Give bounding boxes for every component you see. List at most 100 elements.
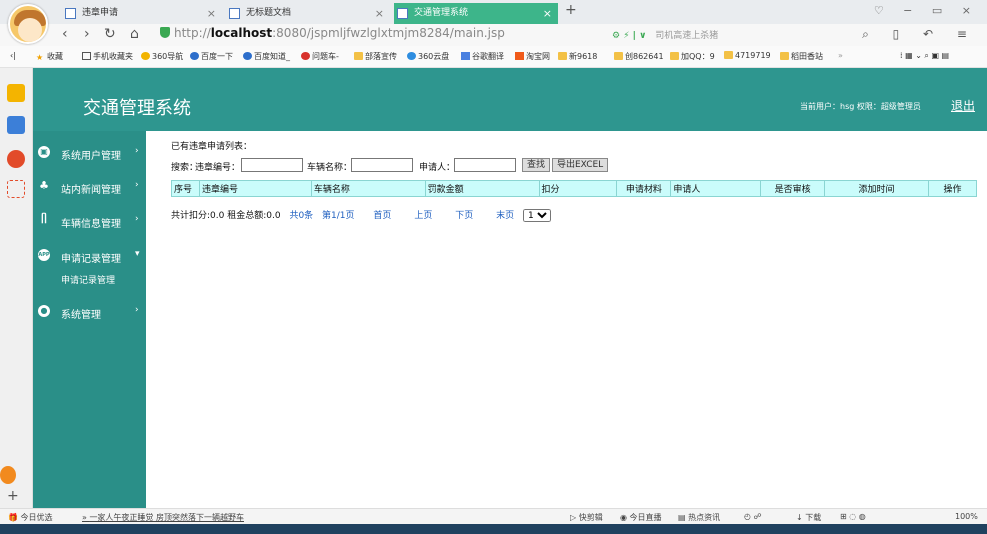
first-page-link[interactable]: 首页 — [373, 211, 391, 221]
bookmark-folder[interactable]: 部落宣传 — [354, 51, 397, 62]
browser-tab-bar: 违章申请 × 无标题文档 × 交通管理系统 × + ♡ − ▭ × — [0, 0, 987, 24]
window-controls[interactable]: ♡ − ▭ × — [874, 4, 979, 17]
current-user-info: 当前用户：hsg 权限：超级管理员 — [800, 102, 921, 111]
refresh-icon[interactable]: ↻ — [104, 26, 116, 42]
notes-icon[interactable] — [7, 116, 25, 134]
phone-icon — [82, 52, 91, 60]
search-button[interactable]: 查找 — [522, 158, 551, 172]
baidu-icon — [190, 52, 199, 60]
baidu-icon — [243, 52, 252, 60]
home-icon[interactable]: ⌂ — [130, 26, 139, 42]
last-page-link[interactable]: 末页 — [496, 211, 514, 221]
search-suggestion[interactable]: ⚙ ⚡ | ∨ 司机高速上杀猪 — [612, 28, 718, 41]
page-select[interactable]: 1 — [522, 209, 551, 222]
close-tab-icon[interactable]: × — [543, 3, 552, 24]
vehicle-name-input[interactable] — [351, 158, 413, 172]
gift-icon: 🎁 — [8, 513, 18, 522]
menu-item-system[interactable]: ● 系统管理 › — [33, 302, 146, 321]
star-icon[interactable] — [7, 84, 25, 102]
bookmark-folder[interactable]: 新9618 — [558, 51, 597, 62]
folder-icon — [670, 52, 679, 60]
browser-tab-violation-apply[interactable]: 违章申请 × — [62, 3, 222, 24]
bookmark-taobao[interactable]: 淘宝网 — [515, 51, 550, 62]
applicant-input[interactable] — [454, 158, 516, 172]
column-header: 申请人 — [670, 180, 762, 197]
collapse-sidebar-icon[interactable]: ‹| — [10, 51, 16, 60]
column-header: 违章编号 — [198, 180, 312, 197]
bookmark-google-translate[interactable]: 谷歌翻译 — [461, 51, 504, 62]
bookmark-folder[interactable]: 4719719 — [724, 51, 771, 60]
menu-item-news[interactable]: ♣ 站内新闻管理 › — [33, 177, 146, 197]
close-tab-icon[interactable]: × — [375, 3, 384, 24]
violation-no-input[interactable] — [241, 158, 303, 172]
users-icon: ♣ — [39, 179, 49, 192]
bookmark-baidu[interactable]: 百度一下 — [190, 51, 233, 62]
menu-item-vehicles[interactable]: ᥥ 车辆信息管理 › — [33, 211, 146, 231]
extension-icons[interactable]: ⁞ ▦ ⌄ ⌕ ▣ ▤ — [900, 51, 949, 61]
bookmark-problem-car[interactable]: 问题车- — [301, 51, 339, 62]
user-icon: ▣ — [38, 146, 50, 158]
table-header-row: 序号 违章编号 车辆名称 罚款金额 扣分 申请材料 申请人 是否审核 添加时间 … — [171, 180, 978, 197]
more-bookmarks-icon[interactable]: » — [838, 51, 843, 60]
game-icon[interactable] — [7, 180, 25, 198]
new-tab-button[interactable]: + — [565, 2, 577, 18]
forward-arrow-icon[interactable]: › — [84, 26, 90, 42]
taobao-icon — [515, 52, 524, 60]
status-quick-clip[interactable]: ▷ 快剪辑 — [570, 512, 603, 523]
address-bar[interactable]: http://localhost:8080/jspmljfwzlglxtmjm8… — [160, 26, 505, 40]
folder-icon — [558, 52, 567, 60]
badge-icon[interactable] — [0, 466, 16, 484]
column-header: 车辆名称 — [310, 180, 426, 197]
column-header: 扣分 — [538, 180, 618, 197]
export-excel-button[interactable]: 导出EXCEL — [552, 158, 609, 172]
star-icon: ★ — [36, 53, 44, 62]
prev-page-link[interactable]: 上页 — [414, 211, 432, 221]
bookmark-mobile[interactable]: 手机收藏夹 — [82, 51, 133, 62]
status-icons[interactable]: ◴ ☍ — [744, 512, 762, 521]
main-content: 已有违章申请列表： 搜索： 违章编号： 车辆名称： 申请人： 查找 导出EXCE… — [146, 131, 987, 508]
bookmark-360cloud[interactable]: 360云盘 — [407, 51, 449, 62]
total-count: 共0条 — [289, 211, 314, 221]
column-header: 申请材料 — [616, 180, 672, 197]
browser-tab-untitled[interactable]: 无标题文档 × — [226, 3, 390, 24]
status-hot-news[interactable]: ▤ 热点资讯 — [678, 512, 720, 523]
page-favicon-icon — [65, 8, 76, 19]
bookmark-folder[interactable]: 创862641 — [614, 51, 664, 62]
bookmark-folder[interactable]: 加QQ：9 — [670, 51, 715, 62]
news-ticker[interactable]: » 一家人午夜正睡觉 房顶突然落下一辆越野车 — [82, 512, 244, 523]
weibo-icon[interactable] — [7, 150, 25, 168]
logout-link[interactable]: 退出 — [951, 97, 975, 114]
status-live[interactable]: ◉ 今日直播 — [620, 512, 662, 523]
browser-nav-bar: ‹ › ↻ ⌂ http://localhost:8080/jspmljfwzl… — [0, 24, 987, 46]
violation-table: 序号 违章编号 车辆名称 罚款金额 扣分 申请材料 申请人 是否审核 添加时间 … — [171, 180, 978, 197]
bookmark-folder[interactable]: 稻田香站 — [780, 51, 823, 62]
toolbar-icons[interactable]: ⌕ ▯ ↶ ≡ — [862, 27, 977, 42]
status-tools[interactable]: ⊞ ◌ ◍ — [840, 512, 866, 521]
add-icon[interactable]: + — [7, 488, 25, 506]
cloud-icon — [407, 52, 416, 60]
close-tab-icon[interactable]: × — [207, 3, 216, 24]
bookmark-baidu-zhidao[interactable]: 百度知道_ — [243, 51, 290, 62]
bookmark-360nav[interactable]: 360导航 — [141, 51, 183, 62]
column-header: 添加时间 — [824, 180, 929, 197]
translate-icon — [461, 52, 470, 60]
page-favicon-icon — [397, 8, 408, 19]
avatar[interactable] — [8, 4, 48, 44]
menu-item-applications[interactable]: APP 申请记录管理 ▾ — [33, 246, 146, 265]
bookmark-favorites[interactable]: ★ 收藏 — [36, 51, 63, 62]
secure-shield-icon — [160, 27, 170, 38]
chevron-right-icon: › — [135, 146, 139, 156]
daily-picks[interactable]: 🎁 今日优选 — [8, 512, 53, 523]
summary-text: 共计扣分:0.0 租金总额:0.0 — [171, 211, 281, 221]
browser-tab-traffic-system[interactable]: 交通管理系统 × — [394, 3, 558, 24]
back-arrow-icon[interactable]: ‹ — [62, 26, 68, 42]
submenu-item-application-records[interactable]: 申请记录管理 — [61, 273, 115, 286]
column-header: 罚款金额 — [424, 180, 540, 197]
gear-icon: ● — [38, 305, 50, 317]
menu-item-system-users[interactable]: ▣ 系统用户管理 › — [33, 143, 146, 162]
status-download[interactable]: ↓ 下载 — [796, 512, 821, 523]
next-page-link[interactable]: 下页 — [455, 211, 473, 221]
zoom-level[interactable]: 100% — [955, 512, 978, 521]
column-header: 序号 — [171, 180, 200, 197]
app-sidebar-menu: ▣ 系统用户管理 › ♣ 站内新闻管理 › ᥥ 车辆信息管理 › APP 申请记… — [33, 131, 146, 508]
